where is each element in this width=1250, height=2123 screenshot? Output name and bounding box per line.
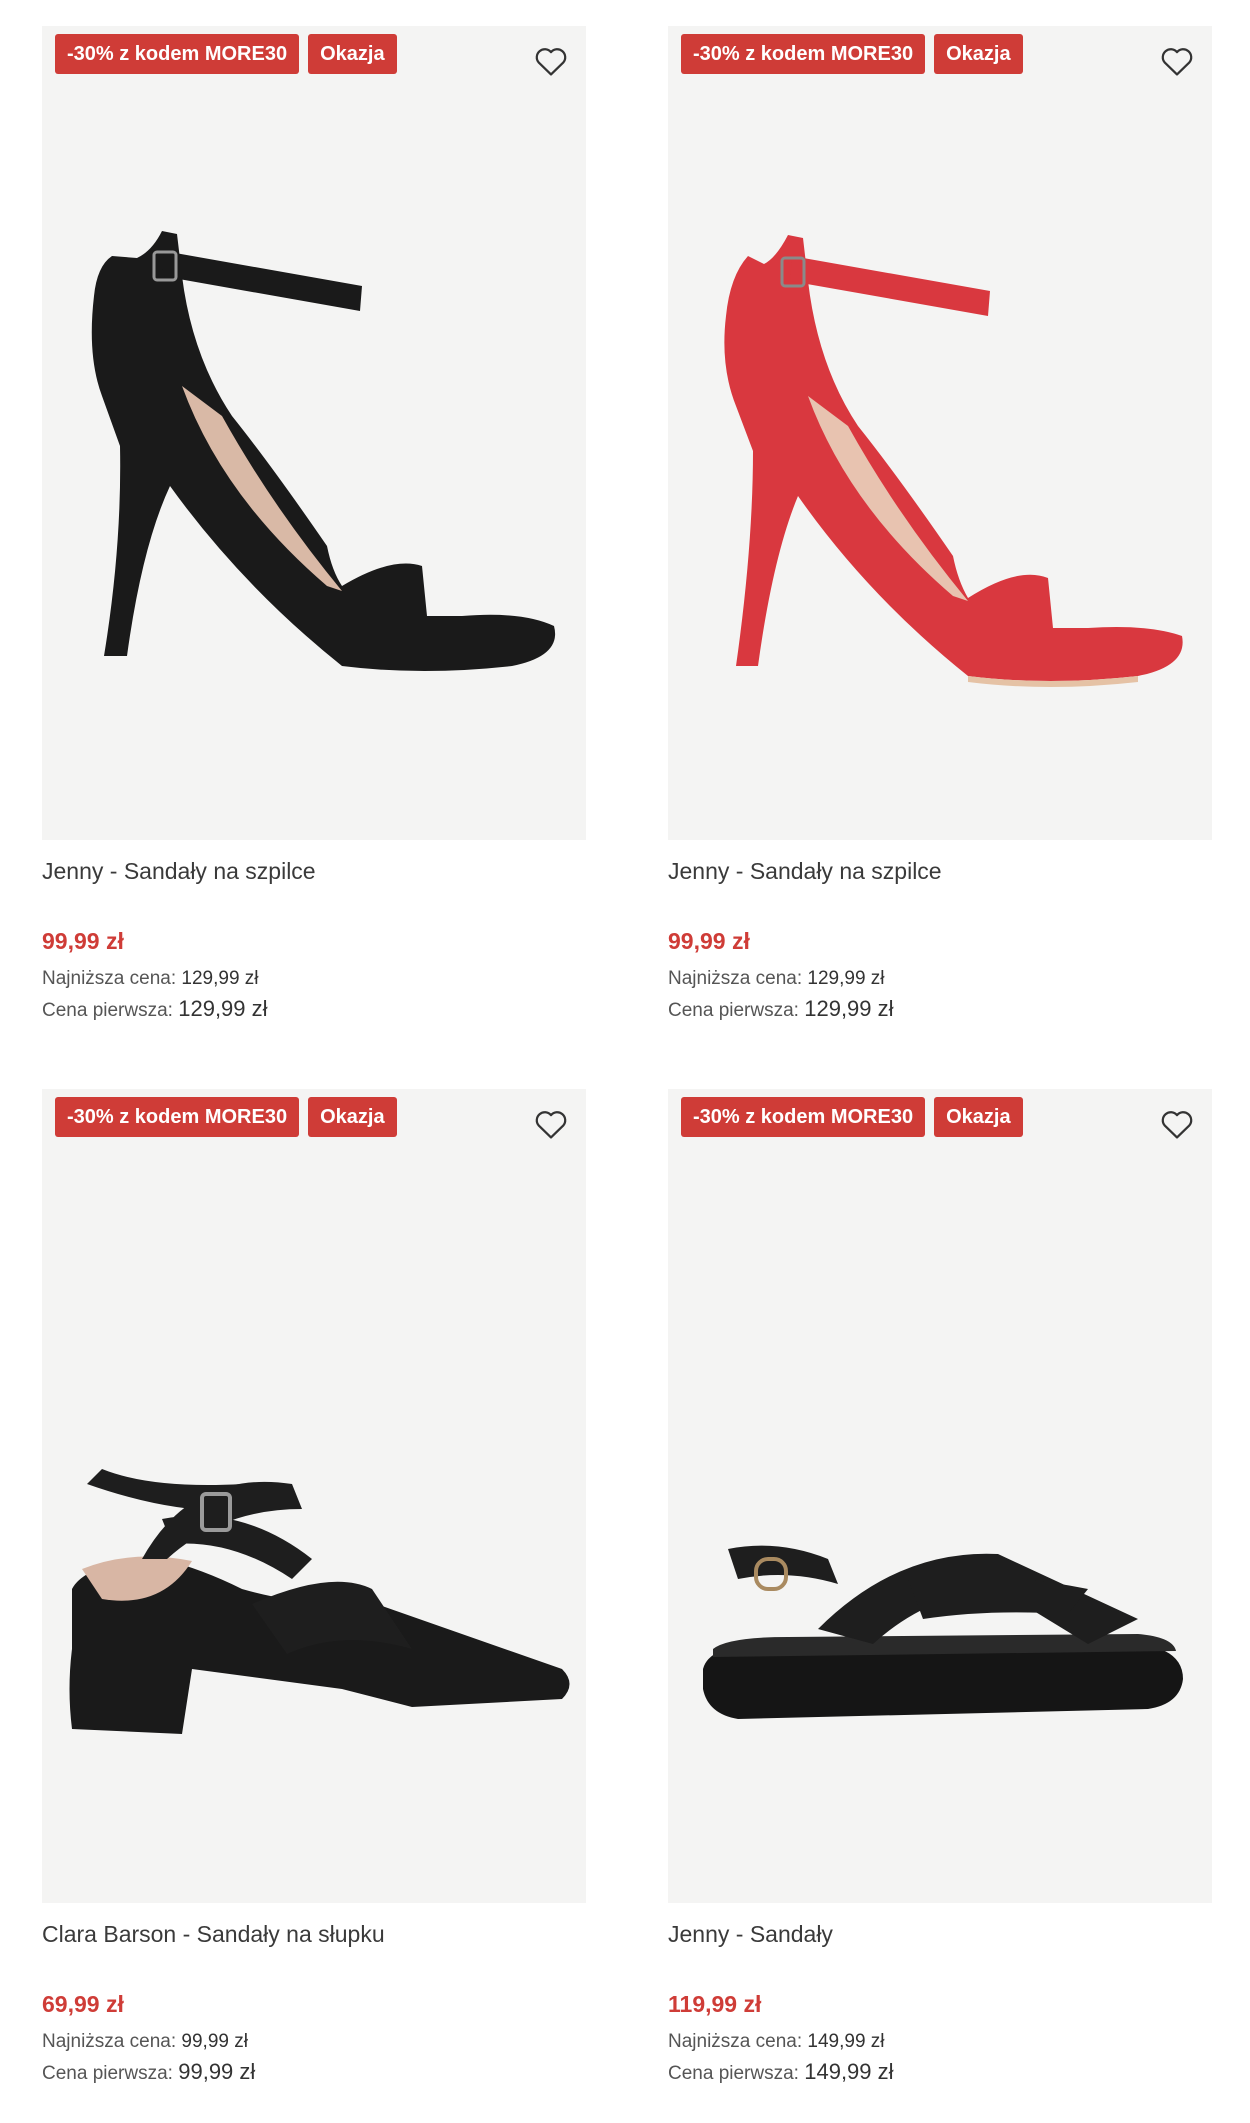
product-price: 119,99 zł [668, 1991, 762, 2017]
product-name[interactable]: Clara Barson - Sandały na słupku [42, 1919, 586, 1949]
product-grid: -30% z kodem MORE30 Okazja Jenny - Sanda… [0, 0, 1250, 2123]
promo-badge: -30% z kodem MORE30 [55, 1097, 300, 1137]
deal-badge: Okazja [934, 34, 1023, 74]
product-price: 99,99 zł [42, 928, 124, 954]
product-card[interactable]: -30% z kodem MORE30 Okazja Jenny - Sanda… [668, 1089, 1212, 2089]
badge-group: -30% z kodem MORE30 Okazja [681, 34, 1023, 74]
promo-badge: -30% z kodem MORE30 [681, 34, 926, 74]
badge-group: -30% z kodem MORE30 Okazja [55, 1097, 397, 1137]
first-price-value: 149,99 zł [804, 2059, 894, 2084]
badge-group: -30% z kodem MORE30 Okazja [681, 1097, 1023, 1137]
heart-outline-icon [1161, 1111, 1193, 1139]
red-stiletto-sandal-image [724, 235, 1183, 687]
product-image[interactable]: -30% z kodem MORE30 Okazja [668, 1089, 1212, 1903]
first-price-label: Cena pierwsza: [668, 2063, 799, 2084]
promo-badge: -30% z kodem MORE30 [681, 1097, 926, 1137]
product-name[interactable]: Jenny - Sandały na szpilce [668, 856, 1212, 886]
black-platform-sandal-image [703, 1545, 1183, 1719]
lowest-price-label: Najniższa cena: [42, 968, 177, 989]
first-price-row: Cena pierwsza: 129,99 zł [42, 994, 586, 1026]
lowest-price-row: Najniższa cena: 149,99 zł [668, 2027, 1212, 2057]
product-image[interactable]: -30% z kodem MORE30 Okazja [42, 26, 586, 840]
heart-outline-icon [535, 1111, 567, 1139]
first-price-row: Cena pierwsza: 149,99 zł [668, 2057, 1212, 2089]
lowest-price-value: 149,99 zł [807, 2031, 885, 2052]
first-price-label: Cena pierwsza: [42, 2063, 173, 2084]
lowest-price-row: Najniższa cena: 129,99 zł [42, 964, 586, 994]
favorite-button[interactable] [1156, 1103, 1198, 1145]
favorite-button[interactable] [530, 40, 572, 82]
product-image[interactable]: -30% z kodem MORE30 Okazja [668, 26, 1212, 840]
product-card[interactable]: -30% z kodem MORE30 Okazja Clara Barson … [42, 1089, 586, 2089]
first-price-value: 99,99 zł [178, 2059, 256, 2084]
first-price-row: Cena pierwsza: 129,99 zł [668, 994, 1212, 1026]
lowest-price-label: Najniższa cena: [42, 2031, 177, 2052]
product-card[interactable]: -30% z kodem MORE30 Okazja Jenny - Sanda… [42, 26, 586, 1026]
black-stiletto-sandal-image [91, 231, 556, 671]
product-card[interactable]: -30% z kodem MORE30 Okazja Jenny - Sanda… [668, 26, 1212, 1026]
deal-badge: Okazja [308, 1097, 397, 1137]
product-image[interactable]: -30% z kodem MORE30 Okazja [42, 1089, 586, 1903]
lowest-price-value: 129,99 zł [181, 968, 259, 989]
deal-badge: Okazja [308, 34, 397, 74]
product-price: 99,99 zł [668, 928, 750, 954]
heart-outline-icon [535, 48, 567, 76]
first-price-row: Cena pierwsza: 99,99 zł [42, 2057, 586, 2089]
product-name[interactable]: Jenny - Sandały [668, 1919, 1212, 1949]
black-block-heel-sandal-image [69, 1469, 570, 1734]
favorite-button[interactable] [530, 1103, 572, 1145]
lowest-price-label: Najniższa cena: [668, 2031, 803, 2052]
favorite-button[interactable] [1156, 40, 1198, 82]
lowest-price-label: Najniższa cena: [668, 968, 803, 989]
lowest-price-row: Najniższa cena: 99,99 zł [42, 2027, 586, 2057]
first-price-label: Cena pierwsza: [42, 1000, 173, 1021]
first-price-label: Cena pierwsza: [668, 1000, 799, 1021]
badge-group: -30% z kodem MORE30 Okazja [55, 34, 397, 74]
lowest-price-value: 99,99 zł [181, 2031, 248, 2052]
lowest-price-value: 129,99 zł [807, 968, 885, 989]
lowest-price-row: Najniższa cena: 129,99 zł [668, 964, 1212, 994]
heart-outline-icon [1161, 48, 1193, 76]
first-price-value: 129,99 zł [178, 996, 268, 1021]
product-price: 69,99 zł [42, 1991, 124, 2017]
first-price-value: 129,99 zł [804, 996, 894, 1021]
promo-badge: -30% z kodem MORE30 [55, 34, 300, 74]
deal-badge: Okazja [934, 1097, 1023, 1137]
product-name[interactable]: Jenny - Sandały na szpilce [42, 856, 586, 886]
